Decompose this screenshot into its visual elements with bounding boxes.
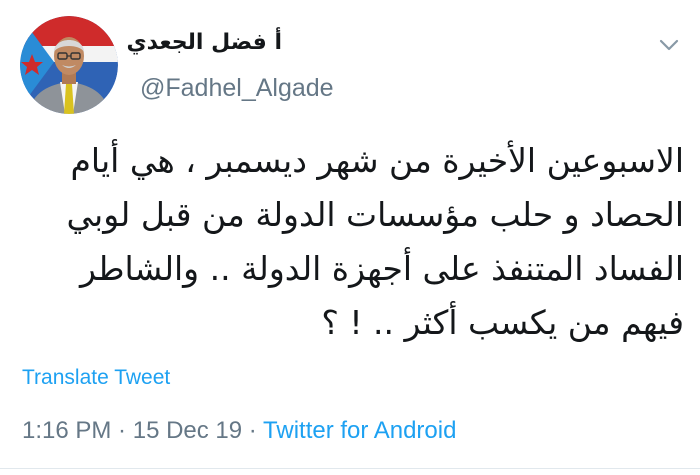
meta-separator: · xyxy=(111,417,133,444)
author-handle[interactable]: @Fadhel_Algade xyxy=(140,74,334,103)
tweet-text-line: الاسبوعين الأخيرة من شهر ديسمبر ، هي أيا… xyxy=(70,141,684,180)
tweet-metadata: 1:16 PM · 15 Dec 19 · Twitter for Androi… xyxy=(22,417,456,445)
tweet-text-line: الفساد المتنفذ على أجهزة الدولة .. والشا… xyxy=(79,249,684,288)
tweet-menu-button[interactable] xyxy=(656,32,682,58)
chevron-down-icon xyxy=(659,39,679,51)
tweet-date: 15 Dec 19 xyxy=(132,417,243,444)
avatar[interactable] xyxy=(20,16,118,114)
tweet-text-line: الحصاد و حلب مؤسسات الدولة من قبل لوبي xyxy=(66,195,684,234)
tweet-source-link[interactable]: Twitter for Android xyxy=(263,417,456,444)
meta-separator: · xyxy=(242,417,264,444)
tweet-text-line: فيهم من يكسب أكثر .. ! ؟ xyxy=(321,303,684,342)
tweet-card: أ فضل الجعدي @Fadhel_Algade الاسبوعين ال… xyxy=(0,0,700,475)
divider xyxy=(0,468,700,469)
tweet-text: الاسبوعين الأخيرة من شهر ديسمبر ، هي أيا… xyxy=(20,134,684,350)
tweet-time: 1:16 PM xyxy=(22,417,112,444)
translate-tweet-link[interactable]: Translate Tweet xyxy=(22,366,170,390)
avatar-photo xyxy=(20,16,118,114)
author-display-name[interactable]: أ فضل الجعدي xyxy=(126,30,282,55)
